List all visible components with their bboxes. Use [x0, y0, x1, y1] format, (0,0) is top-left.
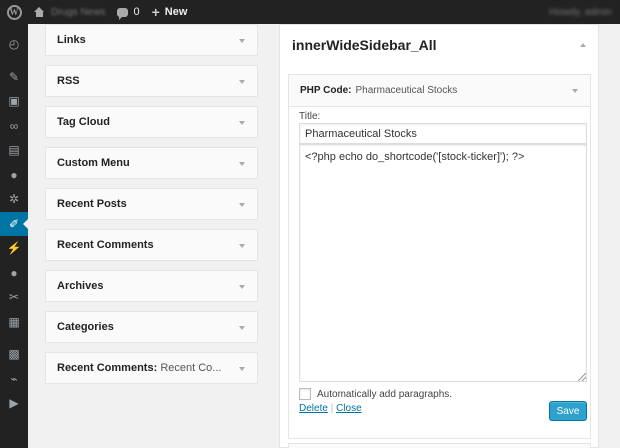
available-widget[interactable]: Recent Posts: [45, 188, 258, 220]
available-widget[interactable]: RSS: [45, 65, 258, 97]
admin-menu: ◴ ✎ ▣ ∞ ▤ ● ✲ ✐ ⚡ ● ✂ ▦ ▩ ⌁ ▶: [0, 24, 28, 448]
widget-title: Recent Comments: [57, 239, 154, 251]
appearance-brush-icon[interactable]: ✐: [0, 211, 28, 236]
links-icon[interactable]: ∞: [0, 114, 28, 139]
comments-menu[interactable]: 0: [111, 0, 145, 24]
widget-type: PHP Code:: [300, 85, 352, 96]
plugins-icon[interactable]: ⚡: [0, 236, 28, 261]
admin-bar: W Drugs News 0 + New Howdy, admin: [0, 0, 620, 24]
php-code-widget: PHP Code: Pharmaceutical Stocks Title: <…: [288, 74, 591, 439]
pin-posts-icon[interactable]: ✎: [0, 65, 28, 90]
widget-instance-title: Recent Co...: [160, 362, 222, 374]
chevron-down-icon[interactable]: [239, 121, 245, 125]
available-widget[interactable]: Categories: [45, 311, 258, 343]
dashboard-icon[interactable]: ◴: [0, 32, 28, 57]
wordpress-logo-menu[interactable]: W: [0, 0, 28, 24]
widget-instance-title: Pharmaceutical Stocks: [355, 85, 458, 96]
scrollbar[interactable]: [602, 24, 620, 448]
tools-wrench-icon[interactable]: ✂: [0, 285, 28, 310]
chevron-down-icon[interactable]: [239, 203, 245, 207]
site-name: Drugs News: [51, 6, 106, 18]
chevron-down-icon[interactable]: [239, 326, 245, 330]
chevron-up-icon[interactable]: [580, 43, 586, 47]
autop-label[interactable]: Automatically add paragraphs.: [317, 389, 452, 400]
widget-title: Custom Menu: [57, 157, 130, 169]
comments-count: 0: [133, 6, 140, 18]
sidebar-panel: innerWideSidebar_All PHP Code: Pharmaceu…: [279, 24, 599, 448]
title-input[interactable]: [299, 123, 587, 144]
settings-icon[interactable]: ▦: [0, 310, 28, 335]
comment-bubble-icon: [117, 7, 129, 20]
available-widget[interactable]: Tag Cloud: [45, 106, 258, 138]
pages-icon[interactable]: ▤: [0, 138, 28, 163]
new-content-menu[interactable]: + New: [146, 0, 194, 24]
autop-option: Automatically add paragraphs.: [299, 388, 452, 400]
chevron-down-icon[interactable]: [239, 367, 245, 371]
autop-checkbox[interactable]: [299, 388, 311, 400]
title-label: Title:: [299, 111, 321, 122]
users-icon[interactable]: ●: [0, 261, 28, 286]
widget-title: Recent Comments: [57, 362, 154, 374]
collapse-menu-icon[interactable]: ▶: [0, 391, 28, 416]
site-name-menu[interactable]: Drugs News: [28, 0, 111, 24]
delete-link[interactable]: Delete: [299, 403, 328, 414]
chevron-down-icon[interactable]: [572, 89, 578, 93]
sidebar-title[interactable]: innerWideSidebar_All: [292, 37, 437, 53]
home-icon: [34, 7, 45, 17]
chevron-down-icon[interactable]: [239, 39, 245, 43]
php-code-textarea[interactable]: <?php echo do_shortcode('[stock-ticker]'…: [299, 144, 587, 382]
widget-header[interactable]: PHP Code: Pharmaceutical Stocks: [289, 75, 590, 107]
my-account-menu[interactable]: Howdy, admin: [549, 7, 620, 18]
save-button[interactable]: Save: [549, 401, 587, 421]
available-widget[interactable]: Recent Comments: [45, 229, 258, 261]
plus-icon: +: [151, 4, 160, 20]
comments-icon[interactable]: ●: [0, 163, 28, 188]
media-icon[interactable]: ▣: [0, 89, 28, 114]
link-separator: |: [330, 403, 334, 414]
widget-title: Categories: [57, 321, 114, 333]
chevron-down-icon[interactable]: [239, 80, 245, 84]
resize-handle-icon[interactable]: [578, 373, 586, 381]
wordpress-logo-icon: W: [6, 4, 22, 20]
close-link[interactable]: Close: [336, 403, 362, 414]
available-widget[interactable]: Custom Menu: [45, 147, 258, 179]
widget-title: Recent Posts: [57, 198, 127, 210]
widget-title: Archives: [57, 280, 104, 292]
settings-gear-icon[interactable]: ✲: [0, 187, 28, 212]
available-widget[interactable]: Archives: [45, 270, 258, 302]
plugin-menu-icon[interactable]: ▩: [0, 342, 28, 367]
plugin-chart-icon[interactable]: ⌁: [0, 367, 28, 392]
widget-control-links: Delete | Close: [299, 403, 362, 414]
chevron-down-icon[interactable]: [239, 244, 245, 248]
widget-title: RSS: [57, 75, 80, 87]
widget-title: Links: [57, 34, 86, 46]
new-label: New: [164, 6, 188, 18]
available-widget[interactable]: Recent Comments: Recent Co...: [45, 352, 258, 384]
available-widget[interactable]: Links: [45, 24, 258, 56]
chevron-down-icon[interactable]: [239, 162, 245, 166]
chevron-down-icon[interactable]: [239, 285, 245, 289]
next-widget[interactable]: [288, 443, 591, 448]
widget-title: Tag Cloud: [57, 116, 110, 128]
